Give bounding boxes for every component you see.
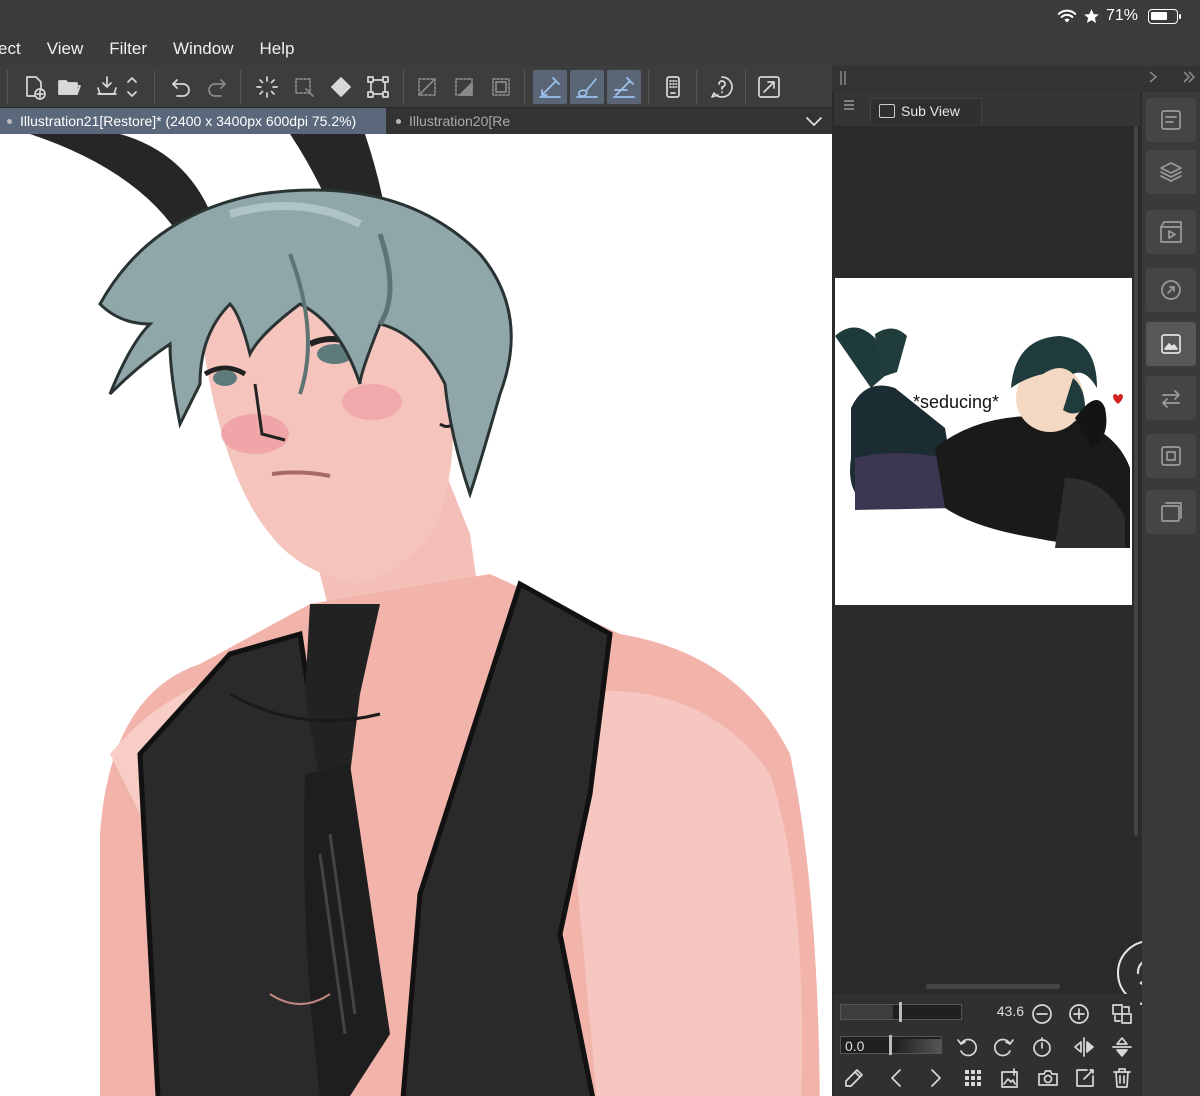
panel-sidebar: [1142, 92, 1200, 1096]
rotation-value: 0.0: [845, 1038, 865, 1054]
sub-view-icon[interactable]: [1146, 322, 1196, 366]
rotate-left-icon[interactable]: [955, 1035, 979, 1059]
wifi-icon: [1057, 9, 1077, 23]
reference-artwork: [835, 327, 1130, 548]
sub-view-panel: Sub View *seducing*: [834, 92, 1140, 1096]
panel-header: [832, 66, 1200, 92]
menu-item-select[interactable]: ect: [0, 32, 34, 66]
horizontal-scrollbar[interactable]: [926, 984, 1060, 989]
toolbar-separator: [7, 70, 8, 104]
loading-spinner-icon[interactable]: [250, 70, 284, 104]
eraser-tool-icon[interactable]: [607, 70, 641, 104]
invert-selection-icon[interactable]: [447, 70, 481, 104]
menu-item-filter[interactable]: Filter: [96, 32, 160, 66]
artwork-rabbit-boy: [30, 134, 820, 1096]
fit-to-window-icon[interactable]: [1110, 1002, 1134, 1026]
menu-item-view[interactable]: View: [34, 32, 97, 66]
expand-icon[interactable]: [752, 70, 786, 104]
double-chevron-right-icon[interactable]: [1182, 70, 1196, 84]
layers-icon[interactable]: [1146, 150, 1196, 194]
flip-vertical-icon[interactable]: [1110, 1035, 1134, 1059]
previous-image-icon[interactable]: [885, 1066, 909, 1090]
eyedropper-icon[interactable]: [842, 1066, 866, 1090]
menu-item-window[interactable]: Window: [160, 32, 246, 66]
zoom-slider[interactable]: [840, 1002, 962, 1022]
reference-image[interactable]: *seducing*: [835, 278, 1132, 605]
reference-caption: *seducing*: [913, 392, 1000, 412]
trash-icon[interactable]: [1110, 1066, 1134, 1090]
pen-tool-icon[interactable]: [533, 70, 567, 104]
command-bar: [0, 66, 832, 108]
deselect-icon[interactable]: [410, 70, 444, 104]
battery-icon: [1148, 8, 1181, 24]
reorder-icon[interactable]: [122, 70, 142, 104]
toolbar-separator: [648, 70, 649, 104]
zoom-value: 43.6: [996, 1003, 1024, 1019]
sub-view-icon: [879, 104, 895, 118]
toolbar-separator: [403, 70, 404, 104]
toolbar-separator: [524, 70, 525, 104]
toolbar-separator: [696, 70, 697, 104]
animation-icon[interactable]: [1146, 210, 1196, 254]
select-layer-icon[interactable]: [287, 70, 321, 104]
reset-rotation-icon[interactable]: [1030, 1035, 1054, 1059]
toolbar-separator: [240, 70, 241, 104]
help-icon[interactable]: [705, 70, 739, 104]
hamburger-menu-icon[interactable]: [842, 98, 856, 112]
undo-icon[interactable]: [164, 70, 198, 104]
auto-actions-icon[interactable]: [1146, 376, 1196, 420]
open-folder-icon[interactable]: [52, 70, 86, 104]
chevron-right-icon[interactable]: [1146, 70, 1160, 84]
grid-view-icon[interactable]: [961, 1066, 985, 1090]
companion-mode-icon[interactable]: [656, 70, 690, 104]
tab-illustration20[interactable]: Illustration20[Re: [389, 108, 515, 134]
sub-view-tab-label: Sub View: [901, 103, 960, 119]
import-image-icon[interactable]: [999, 1066, 1023, 1090]
zoom-out-icon[interactable]: [1030, 1002, 1054, 1026]
menu-item-help[interactable]: Help: [246, 32, 307, 66]
app-window: 71% ect View Filter Window Help Illustra…: [0, 0, 1200, 1096]
navigator-controls: 43.6 0.0: [834, 994, 1140, 1096]
star-icon: [1084, 8, 1099, 23]
save-icon[interactable]: [90, 70, 124, 104]
tab-sub-view[interactable]: Sub View: [870, 98, 982, 124]
brush-tool-icon[interactable]: [570, 70, 604, 104]
flip-horizontal-icon[interactable]: [1072, 1035, 1096, 1059]
edit-image-icon[interactable]: [1073, 1066, 1097, 1090]
menu-bar: ect View Filter Window Help: [0, 32, 1200, 66]
rotate-right-icon[interactable]: [992, 1035, 1016, 1059]
status-bar: 71%: [0, 0, 1200, 32]
toolbar-separator: [154, 70, 155, 104]
redo-icon[interactable]: [200, 70, 234, 104]
drag-handle-icon[interactable]: [839, 70, 847, 86]
new-canvas-icon[interactable]: [17, 70, 51, 104]
drawing-canvas[interactable]: [0, 134, 832, 1096]
vertical-scrollbar[interactable]: [1134, 126, 1138, 836]
fill-icon[interactable]: [324, 70, 358, 104]
chevron-down-icon[interactable]: [804, 111, 824, 131]
sub-view-tab-row: Sub View: [834, 92, 1140, 126]
properties-icon[interactable]: [1146, 98, 1196, 142]
battery-percentage: 71%: [1105, 7, 1138, 24]
material-icon[interactable]: [1146, 490, 1196, 534]
tab-illustration21[interactable]: Illustration21[Restore]* (2400 x 3400px …: [0, 108, 386, 134]
camera-icon[interactable]: [1036, 1066, 1060, 1090]
navigator-icon[interactable]: [1146, 268, 1196, 312]
transform-icon[interactable]: [361, 70, 395, 104]
status-indicators: 71%: [1057, 7, 1181, 25]
document-tab-bar: Illustration21[Restore]* (2400 x 3400px …: [0, 108, 832, 134]
toolbar-separator: [745, 70, 746, 104]
next-image-icon[interactable]: [923, 1066, 947, 1090]
layer-property-icon[interactable]: [1146, 434, 1196, 478]
selection-border-icon[interactable]: [484, 70, 518, 104]
zoom-in-icon[interactable]: [1067, 1002, 1091, 1026]
